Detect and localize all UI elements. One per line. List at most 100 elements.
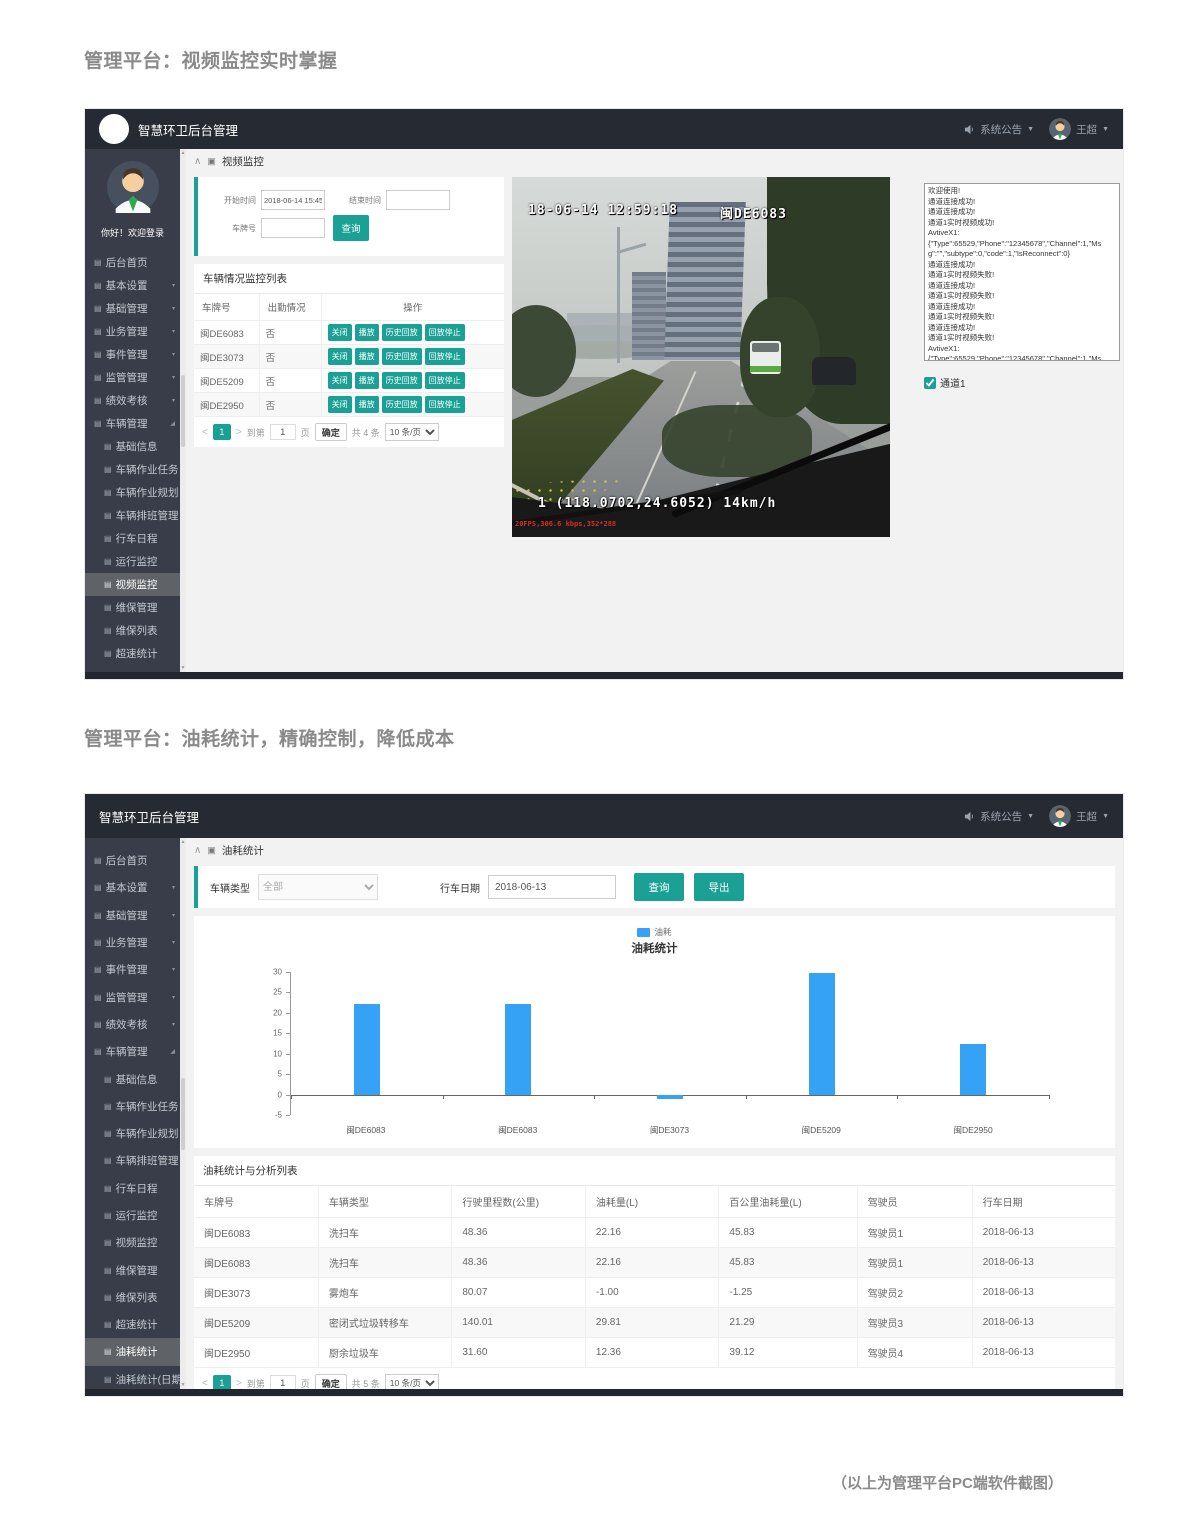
sidebar-item-运行监控[interactable]: ▤运行监控 [85,550,180,573]
sidebar-item-label: 车辆排班管理 [116,1153,179,1168]
sidebar-item-超速统计[interactable]: ▤超速统计 [85,642,180,665]
action-button-回放停止[interactable]: 回放停止 [425,396,465,413]
scrollbar-thumb[interactable] [181,1078,185,1150]
sidebar-item-车辆排班管理[interactable]: ▤车辆排班管理 [85,504,180,527]
sidebar-item-监管管理[interactable]: ▤监管管理▾ [85,366,180,389]
sidebar-item-基础信息[interactable]: ▤基础信息 [85,435,180,458]
sidebar-item-视频监控[interactable]: ▤视频监控 [85,1229,180,1256]
scroll-up-icon[interactable]: ▲ [181,150,186,156]
per-page-select[interactable]: 10 条/页 [385,423,439,441]
sidebar-item-后台首页[interactable]: ▤后台首页 [85,847,180,874]
action-button-回放停止[interactable]: 回放停止 [425,372,465,389]
sidebar-item-视频监控[interactable]: ▤视频监控 [85,573,180,596]
sidebar-item-维保列表[interactable]: ▤维保列表 [85,1284,180,1311]
next-page-button[interactable]: > [236,1378,242,1389]
user-name[interactable]: 王超 [1076,122,1097,137]
action-button-播放[interactable]: 播放 [355,348,379,365]
scroll-up-icon[interactable]: ▲ [181,839,186,845]
goto-page-input[interactable] [270,424,296,440]
sidebar-item-车辆管理[interactable]: ▤车辆管理◢ [85,412,180,435]
action-button-回放停止[interactable]: 回放停止 [425,348,465,365]
export-button[interactable]: 导出 [694,873,744,901]
sidebar-item-油耗统计(日期)[interactable]: ▤油耗统计(日期) [85,1366,180,1389]
sidebar-item-车辆作业规划[interactable]: ▤车辆作业规划 [85,1120,180,1147]
action-button-关闭[interactable]: 关闭 [328,348,352,365]
announcement-link[interactable]: 系统公告 [980,122,1022,137]
scroll-down-icon[interactable]: ▼ [181,665,186,671]
sidebar-item-维保管理[interactable]: ▤维保管理 [85,596,180,619]
channel-checkbox[interactable] [924,377,936,389]
scrollbar-thumb[interactable] [181,375,185,447]
action-button-历史回放[interactable]: 历史回放 [382,396,422,413]
current-page-button[interactable]: 1 [213,1375,231,1389]
sidebar-item-基础管理[interactable]: ▤基础管理▾ [85,297,180,320]
sidebar-item-事件管理[interactable]: ▤事件管理▾ [85,956,180,983]
scroll-down-icon[interactable]: ▼ [181,1382,186,1388]
sidebar-item-超速统计[interactable]: ▤超速统计 [85,1311,180,1338]
sidebar-item-维保列表[interactable]: ▤维保列表 [85,619,180,642]
goto-confirm-button[interactable]: 确定 [315,423,347,441]
action-button-关闭[interactable]: 关闭 [328,324,352,341]
chevron-icon: ▾ [172,397,175,404]
action-button-历史回放[interactable]: 历史回放 [382,324,422,341]
action-button-回放停止[interactable]: 回放停止 [425,324,465,341]
action-button-历史回放[interactable]: 历史回放 [382,372,422,389]
table-cell: 21.29 [719,1308,857,1338]
goto-confirm-button[interactable]: 确定 [315,1374,347,1389]
goto-page-input[interactable] [270,1375,296,1389]
menu-item-icon: ▤ [104,580,112,589]
sidebar-item-行车日程[interactable]: ▤行车日程 [85,527,180,550]
user-avatar[interactable] [1049,805,1071,827]
announcement-link[interactable]: 系统公告 [980,809,1022,824]
sidebar-item-油耗统计[interactable]: ▤油耗统计 [85,1338,180,1365]
collapse-icon[interactable]: ∧ [194,156,201,167]
video-bus-window [752,343,779,352]
sidebar-item-后台首页[interactable]: ▤后台首页 [85,251,180,274]
sidebar-item-基本设置[interactable]: ▤基本设置▾ [85,874,180,901]
action-button-关闭[interactable]: 关闭 [328,372,352,389]
search-button[interactable]: 查询 [333,215,369,241]
drive-date-input[interactable] [488,875,616,899]
sidebar-item-业务管理[interactable]: ▤业务管理▾ [85,929,180,956]
sidebar-item-车辆管理[interactable]: ▤车辆管理◢ [85,1038,180,1065]
chart-legend[interactable]: 油耗 [194,926,1115,938]
menu-item-icon: ▤ [104,1075,112,1084]
action-button-播放[interactable]: 播放 [355,372,379,389]
sidebar-item-绩效考核[interactable]: ▤绩效考核▾ [85,1011,180,1038]
connection-log[interactable]: 欢迎使用!通道连接成功!通道连接成功!通道1实时视频成功!AvtiveX1:{"… [924,183,1120,361]
sidebar-item-业务管理[interactable]: ▤业务管理▾ [85,320,180,343]
sidebar-item-维保管理[interactable]: ▤维保管理 [85,1256,180,1283]
sidebar-item-车辆排班管理[interactable]: ▤车辆排班管理 [85,1147,180,1174]
sidebar-item-label: 后台首页 [106,853,148,868]
sidebar-item-基础信息[interactable]: ▤基础信息 [85,1065,180,1092]
prev-page-button[interactable]: < [202,427,208,438]
prev-page-button[interactable]: < [202,1378,208,1389]
action-button-播放[interactable]: 播放 [355,396,379,413]
action-button-关闭[interactable]: 关闭 [328,396,352,413]
sidebar-item-行车日程[interactable]: ▤行车日程 [85,1175,180,1202]
next-page-button[interactable]: > [236,427,242,438]
action-button-历史回放[interactable]: 历史回放 [382,348,422,365]
sidebar-item-事件管理[interactable]: ▤事件管理▾ [85,343,180,366]
sidebar-item-绩效考核[interactable]: ▤绩效考核▾ [85,389,180,412]
sidebar-item-车辆作业任务[interactable]: ▤车辆作业任务 [85,1093,180,1120]
vehicle-type-select[interactable]: 全部 [258,874,378,900]
current-page-button[interactable]: 1 [213,424,231,440]
search-button[interactable]: 查询 [634,873,684,901]
sidebar-item-label: 超速统计 [116,1317,158,1332]
page-unit-label: 页 [301,426,310,439]
sidebar-item-车辆作业任务[interactable]: ▤车辆作业任务 [85,458,180,481]
sidebar-item-车辆作业规划[interactable]: ▤车辆作业规划 [85,481,180,504]
sidebar-item-监管管理[interactable]: ▤监管管理▾ [85,983,180,1010]
sidebar-item-基本设置[interactable]: ▤基本设置▾ [85,274,180,297]
sidebar-item-基础管理[interactable]: ▤基础管理▾ [85,902,180,929]
start-time-input[interactable] [261,190,325,210]
collapse-icon[interactable]: ∧ [194,845,201,856]
end-time-input[interactable] [386,190,450,210]
plate-input[interactable] [261,218,325,238]
action-button-播放[interactable]: 播放 [355,324,379,341]
sidebar-item-运行监控[interactable]: ▤运行监控 [85,1202,180,1229]
user-avatar[interactable] [1049,118,1071,140]
per-page-select[interactable]: 10 条/页 [385,1374,439,1389]
user-name[interactable]: 王超 [1076,809,1097,824]
